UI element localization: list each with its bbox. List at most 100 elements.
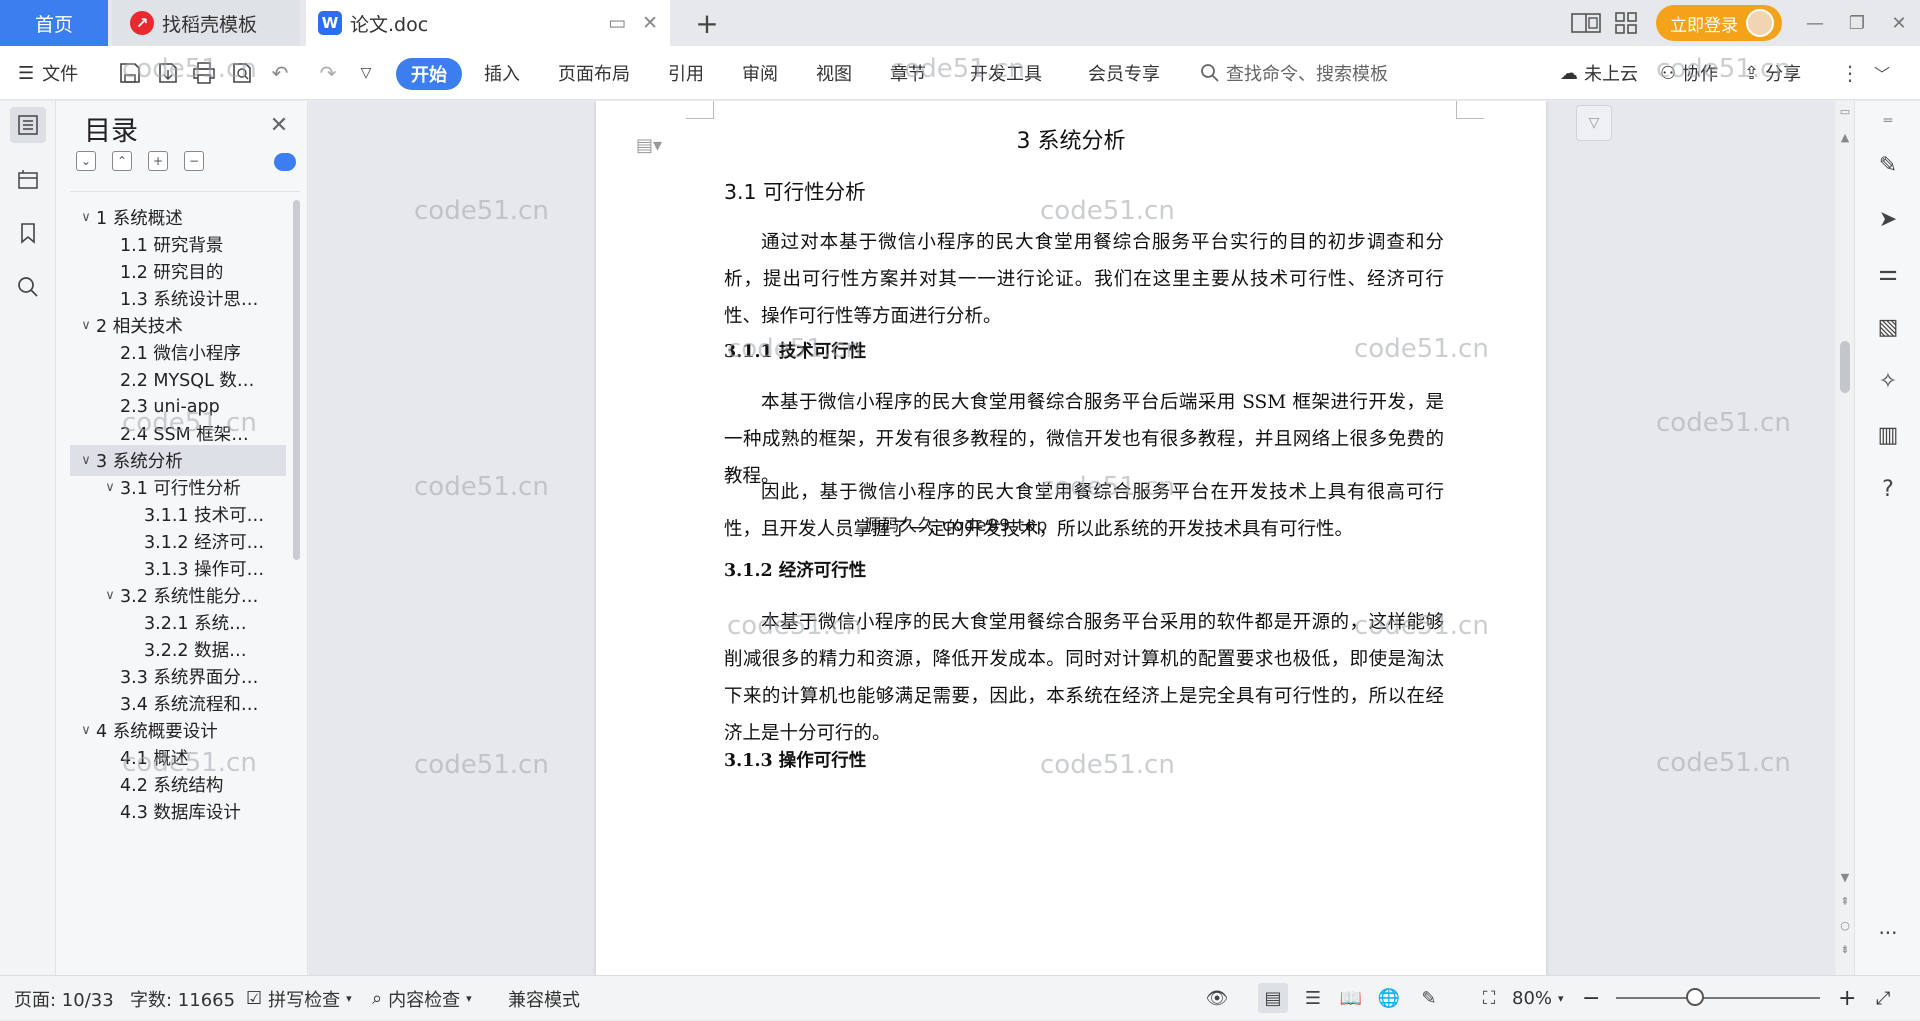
select-cursor-icon[interactable]: ➤: [1872, 203, 1904, 235]
fit-page-icon[interactable]: ⛶: [1474, 983, 1504, 1013]
chevron-down-icon[interactable]: ∨: [76, 318, 96, 333]
next-page-icon[interactable]: ⇟: [1838, 943, 1852, 959]
close-icon[interactable]: ✕: [265, 111, 293, 139]
collapse-all-icon[interactable]: ⌃: [112, 151, 132, 171]
tab-home[interactable]: 首页: [0, 0, 108, 46]
cloud-status-button[interactable]: ☁ 未上云: [1560, 46, 1638, 100]
collapse-ribbon-icon[interactable]: ﹀: [1874, 46, 1890, 100]
chevron-down-icon[interactable]: ∨: [100, 588, 120, 603]
document-scrollbar[interactable]: ▭ ▲ ▼ ⇞ ○ ⇟: [1836, 101, 1854, 975]
subsection-heading: 3.1.1 技术可行性: [724, 342, 867, 362]
dropdown-icon: ▾: [1558, 992, 1564, 1005]
expand-all-icon[interactable]: ⌄: [76, 151, 96, 171]
cloud-icon: ☁: [1560, 62, 1578, 84]
login-button[interactable]: 立即登录: [1656, 5, 1782, 41]
add-heading-icon[interactable]: +: [148, 151, 168, 171]
restore-icon[interactable]: ❐: [1836, 0, 1878, 46]
toc-smart-toggle[interactable]: [274, 153, 296, 171]
layout-icon[interactable]: [1566, 3, 1606, 43]
login-label: 立即登录: [1670, 15, 1738, 36]
page-count[interactable]: 页面: 10/33: [14, 976, 114, 1021]
scroll-thumb[interactable]: [1840, 341, 1850, 393]
more-options-icon[interactable]: ⋮: [1840, 46, 1860, 100]
chevron-down-icon[interactable]: ∨: [76, 723, 96, 738]
monitor-icon[interactable]: ▭: [608, 12, 626, 34]
ribbon-tab-layout[interactable]: 页面布局: [558, 46, 630, 100]
tab-template[interactable]: ↗ 找稻壳模板: [112, 0, 300, 46]
zoom-out-button[interactable]: −: [1582, 976, 1600, 1021]
minimize-icon[interactable]: —: [1794, 0, 1836, 46]
close-tab-icon[interactable]: ✕: [642, 12, 658, 34]
eye-protection-icon[interactable]: 👁: [1202, 983, 1232, 1013]
file-menu-button[interactable]: ☰ 文件: [18, 46, 78, 100]
chevron-down-icon[interactable]: ∨: [100, 480, 120, 495]
more-tools-icon[interactable]: ···: [1872, 917, 1904, 949]
cloud-status-label: 未上云: [1584, 64, 1638, 85]
bookmark-icon[interactable]: [10, 215, 46, 251]
document-page[interactable]: ▤▾ 3 系统分析 3.1 可行性分析 通过对本基于微信小程序的民大食堂用餐综合…: [596, 101, 1546, 975]
word-count[interactable]: 字数: 11665: [130, 976, 235, 1021]
collapse-page-icon[interactable]: ▽: [1576, 105, 1612, 141]
read-view-icon[interactable]: 📖: [1336, 983, 1366, 1013]
find-icon[interactable]: [10, 269, 46, 305]
close-window-icon[interactable]: ✕: [1878, 0, 1920, 46]
ribbon-tab-start[interactable]: 开始: [396, 58, 462, 90]
scroll-top-icon[interactable]: ▭: [1838, 105, 1852, 121]
zoom-slider-handle[interactable]: [1686, 988, 1704, 1006]
edit-pen-icon[interactable]: ✎: [1872, 149, 1904, 181]
ribbon-tab-review[interactable]: 审阅: [742, 46, 778, 100]
ribbon-tab-view[interactable]: 视图: [816, 46, 852, 100]
print-preview-icon[interactable]: [228, 59, 256, 87]
help-icon[interactable]: ?: [1872, 473, 1904, 505]
tab-document[interactable]: W 论文.doc ▭ ✕: [306, 0, 670, 46]
new-tab-button[interactable]: +: [690, 6, 724, 40]
remove-heading-icon[interactable]: −: [184, 151, 204, 171]
zoom-level[interactable]: 80% ▾: [1512, 976, 1564, 1021]
navigation-pane-icon[interactable]: [10, 161, 46, 197]
content-check-button[interactable]: ⌕ 内容检查 ▾: [372, 976, 472, 1021]
command-search[interactable]: 查找命令、搜索模板: [1200, 46, 1388, 100]
toc-scrollbar[interactable]: [293, 200, 300, 560]
scroll-down-icon[interactable]: ▼: [1838, 871, 1852, 887]
adjust-sliders-icon[interactable]: ⚌: [1872, 257, 1904, 289]
ribbon-tab-insert[interactable]: 插入: [484, 46, 520, 100]
ribbon-tab-developer[interactable]: 开发工具: [970, 46, 1042, 100]
web-view-icon[interactable]: 🌐: [1374, 983, 1404, 1013]
ai-assistant-icon[interactable]: ✧: [1872, 365, 1904, 397]
fullscreen-icon[interactable]: ⤢: [1876, 976, 1890, 1021]
ribbon-tab-references[interactable]: 引用: [668, 46, 704, 100]
collaborate-button[interactable]: ⚇ 协作: [1660, 46, 1718, 100]
wps-writer-icon: W: [318, 11, 342, 35]
book-read-icon[interactable]: ▥: [1872, 419, 1904, 451]
save-icon[interactable]: [116, 59, 144, 87]
share-button[interactable]: ⇪ 分享: [1744, 46, 1801, 100]
previous-page-icon[interactable]: ⇞: [1838, 895, 1852, 911]
export-pdf-icon[interactable]: [154, 59, 182, 87]
redo-icon[interactable]: ↷: [314, 59, 342, 87]
chevron-down-icon[interactable]: ∨: [76, 210, 96, 225]
ribbon-tab-member[interactable]: 会员专享: [1088, 46, 1160, 100]
tab-template-label: 找稻壳模板: [162, 13, 258, 36]
undo-icon[interactable]: ↶: [266, 59, 294, 87]
image-tools-icon[interactable]: ▧: [1872, 311, 1904, 343]
customize-toolbar-icon[interactable]: ▽: [352, 59, 380, 87]
toc-item[interactable]: 4.3 数据库设计: [70, 796, 286, 827]
ribbon-tab-chapter[interactable]: 章节: [890, 46, 926, 100]
toc-item-label: 2.3 uni-app: [120, 396, 220, 417]
apps-grid-icon[interactable]: [1606, 3, 1646, 43]
spell-check-button[interactable]: ☑ 拼写检查 ▾: [246, 976, 352, 1021]
ribbon-tab-label: 章节: [890, 64, 926, 85]
select-browse-object-icon[interactable]: ○: [1838, 919, 1852, 935]
outline-view-icon[interactable]: ☰: [1298, 983, 1328, 1013]
hamburger-icon: ☰: [18, 62, 35, 84]
toc-panel-icon[interactable]: [10, 107, 46, 143]
zoom-slider[interactable]: [1616, 997, 1820, 999]
write-mode-icon[interactable]: ✎: [1414, 983, 1444, 1013]
scroll-up-icon[interactable]: ▲: [1838, 131, 1852, 147]
print-icon[interactable]: [190, 59, 218, 87]
drag-handle-icon[interactable]: ═: [1872, 105, 1904, 137]
chevron-down-icon[interactable]: ∨: [76, 453, 96, 468]
zoom-in-button[interactable]: +: [1838, 976, 1856, 1021]
toc-toolbar: ⌄ ⌃ + −: [76, 151, 204, 171]
page-view-icon[interactable]: ▤: [1258, 983, 1288, 1013]
